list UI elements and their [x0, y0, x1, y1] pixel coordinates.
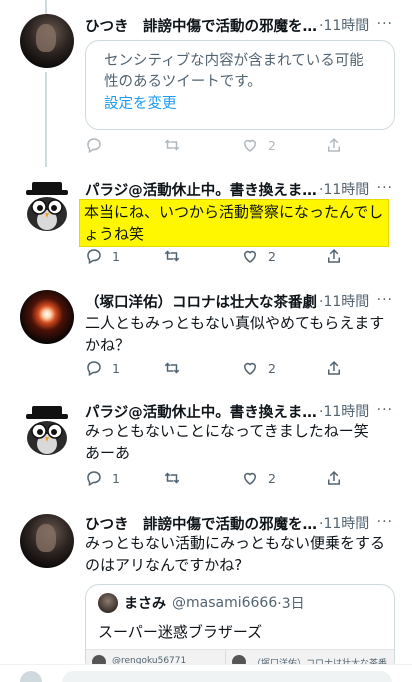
- share-icon: [328, 137, 340, 152]
- retweet-icon: [164, 362, 180, 374]
- like-count: 2: [268, 470, 276, 486]
- sensitive-message: センシティブな内容が含まれている可能性のあるツイートです。: [104, 53, 364, 90]
- avatar[interactable]: [20, 514, 74, 568]
- thread-connector: [45, 0, 47, 14]
- retweet-icon: [164, 472, 180, 484]
- more-icon[interactable]: ···: [377, 16, 393, 32]
- share-icon: [328, 248, 340, 263]
- share-icon: [328, 360, 340, 375]
- like-button[interactable]: 2: [241, 247, 276, 265]
- like-count: 2: [268, 248, 276, 264]
- quoted-author-name: まさみ: [124, 596, 166, 612]
- avatar[interactable]: [20, 178, 74, 232]
- more-icon[interactable]: ···: [377, 514, 393, 530]
- reply-button[interactable]: 1: [85, 469, 120, 487]
- reply-count: 1: [112, 360, 120, 376]
- quoted-text: スーパー迷惑ブラザーズ: [98, 623, 263, 641]
- reply-button[interactable]: 1: [85, 359, 120, 377]
- change-settings-link[interactable]: 設定を変更: [104, 93, 376, 115]
- reply-icon: [87, 471, 101, 487]
- retweet-icon: [164, 250, 180, 262]
- quoted-tweet[interactable]: まさみ @masami6666 ·3日 スーパー迷惑ブラザーズ @rengoku…: [85, 584, 395, 674]
- tweet-time[interactable]: ·11時間: [319, 15, 369, 35]
- reply-count: 1: [112, 470, 120, 486]
- share-icon: [328, 470, 340, 485]
- reply-input[interactable]: [62, 671, 392, 682]
- reply-button[interactable]: [85, 136, 112, 154]
- reply-icon: [87, 361, 101, 377]
- share-button[interactable]: [325, 359, 343, 377]
- reply-bar: [0, 664, 412, 682]
- like-icon: [243, 139, 257, 152]
- avatar[interactable]: [20, 290, 74, 344]
- tweet-2[interactable]: パラジ@活動休止中。書き換えました ·11時間 ··· 本当にね、いつから活動警…: [0, 178, 412, 278]
- like-icon: [243, 362, 257, 375]
- sensitive-content-notice: センシティブな内容が含まれている可能性のあるツイートです。 設定を変更: [85, 40, 395, 130]
- tweet-time[interactable]: ·11時間: [319, 513, 369, 533]
- retweet-button[interactable]: [163, 247, 190, 265]
- like-icon: [243, 472, 257, 485]
- like-icon: [243, 250, 257, 263]
- reply-count: 1: [112, 248, 120, 264]
- tweet-1[interactable]: ひつき 誹謗中傷で活動の邪魔をしないでね ·11時間 ··· センシティブな内容…: [0, 14, 412, 164]
- author-name[interactable]: パラジ@活動休止中。書き換えました: [85, 401, 317, 422]
- tweet-time[interactable]: ·11時間: [319, 401, 369, 421]
- tweet-time[interactable]: ·11時間: [319, 291, 369, 311]
- quoted-avatar: [98, 593, 118, 613]
- tweet-time[interactable]: ·11時間: [319, 179, 369, 199]
- tweet-actions: 1 2: [85, 469, 365, 489]
- share-button[interactable]: [325, 247, 343, 265]
- tweet-actions: 2: [85, 136, 365, 156]
- retweet-button[interactable]: [163, 136, 190, 154]
- like-count: 2: [268, 137, 276, 153]
- author-name[interactable]: （塚口洋佑）コロナは壮大な茶番劇: [85, 291, 317, 312]
- quoted-author-handle: @masami6666: [172, 595, 278, 611]
- owl-avatar-icon: [26, 406, 68, 455]
- author-name[interactable]: ひつき 誹謗中傷で活動の邪魔をしないでね: [85, 513, 317, 534]
- tweet-text: 本当にね、いつから活動警察になったんでしょうね笑: [79, 199, 389, 247]
- tweet-actions: 1 2: [85, 359, 365, 379]
- like-button[interactable]: 2: [241, 469, 276, 487]
- tweet-3[interactable]: （塚口洋佑）コロナは壮大な茶番劇 ·11時間 ··· 二人ともみっともない真似や…: [0, 290, 412, 390]
- retweet-button[interactable]: [163, 469, 190, 487]
- like-count: 2: [268, 360, 276, 376]
- tweet-5[interactable]: ひつき 誹謗中傷で活動の邪魔をしないでね ·11時間 ··· みっともない活動に…: [0, 512, 412, 674]
- author-name[interactable]: パラジ@活動休止中。書き換えました: [85, 179, 317, 200]
- avatar[interactable]: [20, 14, 74, 68]
- quoted-time: ·3日: [277, 596, 305, 612]
- share-button[interactable]: [325, 136, 343, 154]
- more-icon[interactable]: ···: [377, 180, 393, 196]
- author-name[interactable]: ひつき 誹謗中傷で活動の邪魔をしないでね: [85, 15, 317, 36]
- more-icon[interactable]: ···: [377, 402, 393, 418]
- like-button[interactable]: 2: [241, 136, 276, 154]
- avatar[interactable]: [20, 402, 74, 456]
- tweet-text: みっともないことになってきましたねー笑あーあ: [85, 422, 369, 462]
- reply-icon: [87, 138, 101, 154]
- more-icon[interactable]: ···: [377, 292, 393, 308]
- tweet-text: みっともない活動にみっともない便乗をするのはアリなんですかね?: [85, 534, 386, 574]
- reply-icon: [87, 249, 101, 265]
- share-button[interactable]: [325, 469, 343, 487]
- like-button[interactable]: 2: [241, 359, 276, 377]
- own-avatar: [20, 671, 42, 682]
- owl-avatar-icon: [26, 182, 68, 231]
- tweet-4[interactable]: パラジ@活動休止中。書き換えました ·11時間 ··· みっともないことになって…: [0, 400, 412, 500]
- tweet-actions: 1 2: [85, 247, 365, 267]
- retweet-button[interactable]: [163, 359, 190, 377]
- tweet-text: 二人ともみっともない真似やめてもらえますかね？: [85, 314, 385, 354]
- retweet-icon: [164, 139, 180, 151]
- reply-button[interactable]: 1: [85, 247, 120, 265]
